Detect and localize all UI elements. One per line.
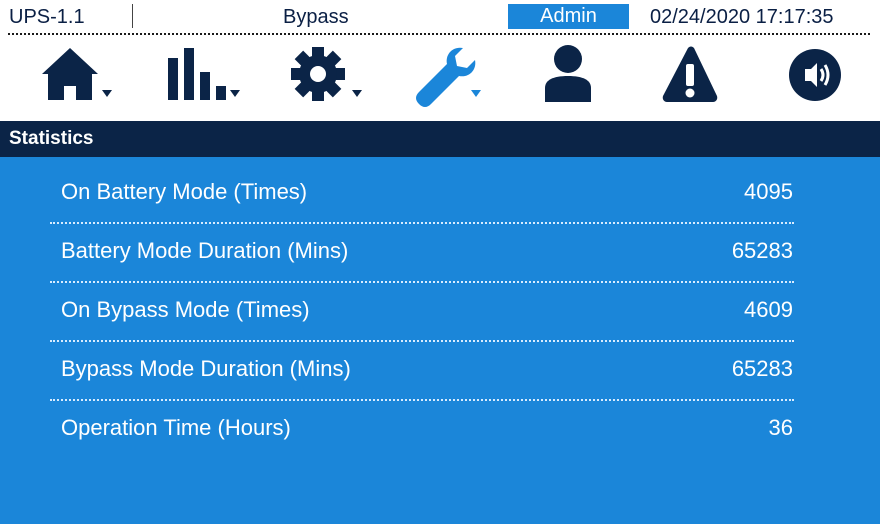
nav-statistics[interactable] xyxy=(164,42,244,112)
datetime: 02/24/2020 17:17:35 xyxy=(650,6,834,28)
nav-home[interactable] xyxy=(40,42,116,112)
nav-sound[interactable] xyxy=(788,42,848,112)
stat-row: On Bypass Mode (Times) 4609 xyxy=(61,293,793,327)
stat-value: 65283 xyxy=(731,238,793,263)
gear-icon xyxy=(291,47,362,101)
status-divider xyxy=(132,4,133,28)
stat-label: Battery Mode Duration (Mins) xyxy=(61,238,349,263)
user-icon xyxy=(545,45,591,102)
stat-row: On Battery Mode (Times) 4095 xyxy=(61,175,793,209)
ups-mode: Bypass xyxy=(283,6,349,28)
warning-icon xyxy=(662,46,718,102)
nav-user[interactable] xyxy=(543,42,599,112)
stat-label: Operation Time (Hours) xyxy=(61,415,291,440)
speaker-icon xyxy=(789,49,841,101)
stat-value: 36 xyxy=(768,415,793,440)
nav-alarms[interactable] xyxy=(662,42,722,112)
status-bar-divider xyxy=(8,33,870,35)
stat-row: Bypass Mode Duration (Mins) 65283 xyxy=(61,352,793,386)
nav-icon-bar xyxy=(0,42,880,118)
stat-value: 65283 xyxy=(731,356,793,381)
user-badge[interactable]: Admin xyxy=(508,4,629,29)
section-header: Statistics xyxy=(0,121,880,157)
wrench-icon xyxy=(416,47,481,107)
device-name: UPS-1.1 xyxy=(9,6,85,28)
nav-maintenance[interactable] xyxy=(413,42,489,112)
nav-settings[interactable] xyxy=(288,42,370,112)
row-divider xyxy=(50,340,794,342)
statistics-panel: On Battery Mode (Times) 4095 Battery Mod… xyxy=(0,157,880,524)
bar-chart-icon xyxy=(168,48,240,100)
home-icon xyxy=(42,48,112,100)
stat-label: On Battery Mode (Times) xyxy=(61,179,308,204)
status-bar: UPS-1.1 Bypass Admin 02/24/2020 17:17:35 xyxy=(0,0,880,35)
row-divider xyxy=(50,222,794,224)
stat-value: 4095 xyxy=(744,179,793,204)
row-divider xyxy=(50,281,794,283)
stat-row: Operation Time (Hours) 36 xyxy=(61,411,793,445)
stat-label: Bypass Mode Duration (Mins) xyxy=(61,356,351,381)
row-divider xyxy=(50,399,794,401)
stat-value: 4609 xyxy=(744,297,793,322)
stat-row: Battery Mode Duration (Mins) 65283 xyxy=(61,234,793,268)
stat-label: On Bypass Mode (Times) xyxy=(61,297,310,322)
